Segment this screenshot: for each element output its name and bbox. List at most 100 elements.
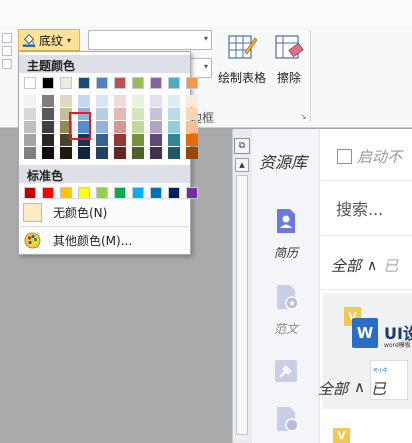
vip-badge: V xyxy=(333,428,350,443)
theme-color-shade[interactable] xyxy=(114,147,126,159)
scroll-thumb[interactable] xyxy=(236,175,248,435)
theme-color-shade[interactable] xyxy=(150,134,162,146)
theme-color-shade[interactable] xyxy=(114,95,126,107)
theme-color-shade[interactable] xyxy=(24,134,36,146)
theme-color-shade[interactable] xyxy=(96,108,108,120)
theme-color-shade[interactable] xyxy=(168,147,180,159)
more-colors-item[interactable]: 其他颜色(M)... xyxy=(19,228,190,252)
chevron-down-icon: ▾ xyxy=(67,35,72,45)
menu-divider xyxy=(21,226,188,227)
ribbon-divider xyxy=(310,30,311,122)
theme-color-shade[interactable] xyxy=(168,95,180,107)
theme-color-swatch[interactable] xyxy=(150,77,162,89)
nav-item-essay[interactable]: 范文 xyxy=(252,283,320,337)
theme-color-swatch[interactable] xyxy=(132,77,144,89)
more-colors-label: 其他颜色(M)... xyxy=(53,233,133,248)
dialog-launcher-icon[interactable]: ↘ xyxy=(300,112,307,121)
auto-start-checkbox[interactable] xyxy=(337,149,352,164)
theme-color-shade[interactable] xyxy=(114,134,126,146)
nav-item-fourth[interactable] xyxy=(252,405,320,436)
filter-more-label: 已 xyxy=(383,257,399,275)
draw-table-button[interactable]: 绘制表格 xyxy=(214,32,270,88)
theme-color-shade[interactable] xyxy=(132,108,144,120)
theme-color-shade[interactable] xyxy=(186,108,198,120)
theme-color-shade[interactable] xyxy=(114,108,126,120)
search-input[interactable]: 搜索... xyxy=(336,196,383,220)
auto-start-option[interactable]: 启动不 xyxy=(337,146,402,167)
theme-color-shade[interactable] xyxy=(96,134,108,146)
border-style-combo[interactable]: ▾ xyxy=(88,30,212,50)
palette-icon xyxy=(24,232,41,248)
theme-color-shade[interactable] xyxy=(42,147,54,159)
theme-color-shade[interactable] xyxy=(24,147,36,159)
theme-color-shade[interactable] xyxy=(24,108,36,120)
theme-color-shade[interactable] xyxy=(132,147,144,159)
nav-item-resume[interactable]: 简历 xyxy=(252,207,320,261)
divider xyxy=(321,289,412,290)
ghost-all-label: 全部 xyxy=(318,380,349,398)
theme-color-swatch[interactable] xyxy=(60,77,72,89)
nav-item-third[interactable] xyxy=(252,357,320,388)
split-view-icon[interactable]: ⧉ xyxy=(234,138,250,154)
theme-color-shade[interactable] xyxy=(78,147,90,159)
word-icon: W xyxy=(352,318,378,348)
theme-color-shade[interactable] xyxy=(168,134,180,146)
theme-color-shade[interactable] xyxy=(114,121,126,133)
theme-color-shade[interactable] xyxy=(132,95,144,107)
theme-color-swatch[interactable] xyxy=(42,77,54,89)
erase-button[interactable]: 擦除 xyxy=(272,32,306,88)
template-icon xyxy=(277,407,299,432)
shading-button[interactable]: 底纹 ▾ xyxy=(18,29,80,51)
theme-color-shade[interactable] xyxy=(42,108,54,120)
theme-color-swatch[interactable] xyxy=(96,77,108,89)
theme-color-shade[interactable] xyxy=(150,95,162,107)
chevron-down-icon: ▾ xyxy=(203,34,208,43)
theme-color-shade[interactable] xyxy=(186,147,198,159)
theme-color-shade[interactable] xyxy=(168,108,180,120)
theme-color-shade[interactable] xyxy=(96,147,108,159)
resource-panel-title: 资源库 xyxy=(259,153,308,172)
theme-color-shade[interactable] xyxy=(24,121,36,133)
theme-color-swatch[interactable] xyxy=(168,77,180,89)
theme-color-swatch[interactable] xyxy=(114,77,126,89)
theme-color-shade[interactable] xyxy=(24,95,36,107)
draw-table-label: 绘制表格 xyxy=(217,71,266,85)
theme-color-shade[interactable] xyxy=(186,121,198,133)
paragraph-mini-buttons[interactable] xyxy=(0,30,14,86)
theme-color-shade[interactable] xyxy=(42,95,54,107)
divider xyxy=(321,235,412,236)
drag-ghost-filter: 全部 ∧ 已 xyxy=(318,378,386,399)
theme-color-shade[interactable] xyxy=(78,95,90,107)
theme-color-shade[interactable] xyxy=(150,121,162,133)
theme-color-shade[interactable] xyxy=(186,95,198,107)
paint-bucket-icon xyxy=(22,34,36,47)
card-subtitle: word模板 xyxy=(384,342,411,349)
theme-color-swatch[interactable] xyxy=(186,77,198,89)
no-color-label: 无颜色(N) xyxy=(53,205,108,220)
category-filter[interactable]: 全部 ∧ 已 xyxy=(331,255,398,276)
no-color-item[interactable]: 无颜色(N) xyxy=(19,200,190,224)
menu-divider xyxy=(21,198,188,199)
theme-color-shade[interactable] xyxy=(60,95,72,107)
erase-label: 擦除 xyxy=(276,71,301,85)
theme-color-swatch[interactable] xyxy=(78,77,90,89)
draw-table-icon xyxy=(228,35,258,59)
nav-resume-label: 简历 xyxy=(273,246,298,260)
theme-color-shade[interactable] xyxy=(96,95,108,107)
theme-color-swatch[interactable] xyxy=(24,77,36,89)
theme-color-shade[interactable] xyxy=(42,121,54,133)
resume-icon xyxy=(277,209,295,233)
theme-color-shade[interactable] xyxy=(60,147,72,159)
scroll-up-button[interactable]: ▲ xyxy=(235,158,249,172)
theme-color-shade[interactable] xyxy=(168,121,180,133)
theme-color-shade[interactable] xyxy=(132,121,144,133)
chevron-up-icon: ∧ xyxy=(354,378,365,396)
theme-color-shade[interactable] xyxy=(42,134,54,146)
filter-all-label: 全部 xyxy=(331,257,362,275)
theme-color-shade[interactable] xyxy=(150,147,162,159)
theme-color-shade[interactable] xyxy=(132,134,144,146)
theme-color-shade[interactable] xyxy=(186,134,198,146)
theme-color-shade[interactable] xyxy=(150,108,162,120)
selected-color-highlight xyxy=(69,112,91,140)
theme-color-shade[interactable] xyxy=(96,121,108,133)
